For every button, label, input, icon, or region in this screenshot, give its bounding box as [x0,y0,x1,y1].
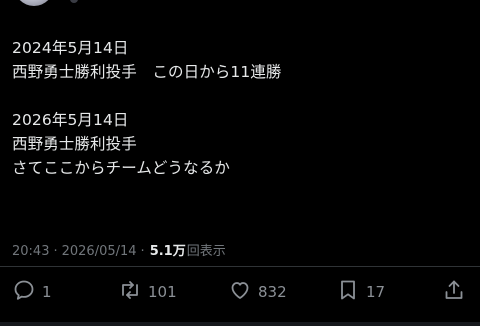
post-line: 西野勇士勝利投手 [12,135,137,153]
avatar[interactable] [14,0,54,6]
views-count[interactable]: 5.1万 [150,240,186,259]
bookmark-button[interactable]: 17 [336,276,385,308]
reply-icon [12,278,36,306]
post-date[interactable]: 2026/05/14 [62,244,137,259]
share-button[interactable] [442,276,466,308]
repost-button[interactable]: 101 [118,276,177,308]
repost-icon [118,278,142,306]
repost-count: 101 [148,283,177,301]
like-button[interactable]: 832 [228,276,287,308]
share-icon [442,278,466,306]
post-metadata: 20:43 · 2026/05/14 · 5.1万 回表示 [12,240,226,259]
action-bar: 1 101 832 17 [0,276,480,308]
post-line: 2026年5月14日 [12,111,129,129]
post-blank-line [12,84,472,108]
meta-separator: · [53,244,58,259]
post-line: さてここからチームどうなるか [12,159,230,177]
meta-separator: · [140,244,145,259]
post-line: 2024年5月14日 [12,39,129,57]
reply-count: 1 [42,283,52,301]
bookmark-icon [336,278,360,306]
bookmark-count: 17 [366,283,386,301]
like-count: 832 [258,283,287,301]
reply-button[interactable]: 1 [12,276,52,308]
views-label[interactable]: 回表示 [187,240,226,259]
heart-icon [228,278,252,306]
divider [0,266,480,267]
post-text: 2024年5月14日 西野勇士勝利投手 この日から11連勝 2026年5月14日… [12,36,472,180]
profile-partial-element [70,0,78,3]
bottom-divider [0,322,480,326]
post-line: 西野勇士勝利投手 この日から11連勝 [12,63,282,81]
post-time[interactable]: 20:43 [12,244,49,259]
